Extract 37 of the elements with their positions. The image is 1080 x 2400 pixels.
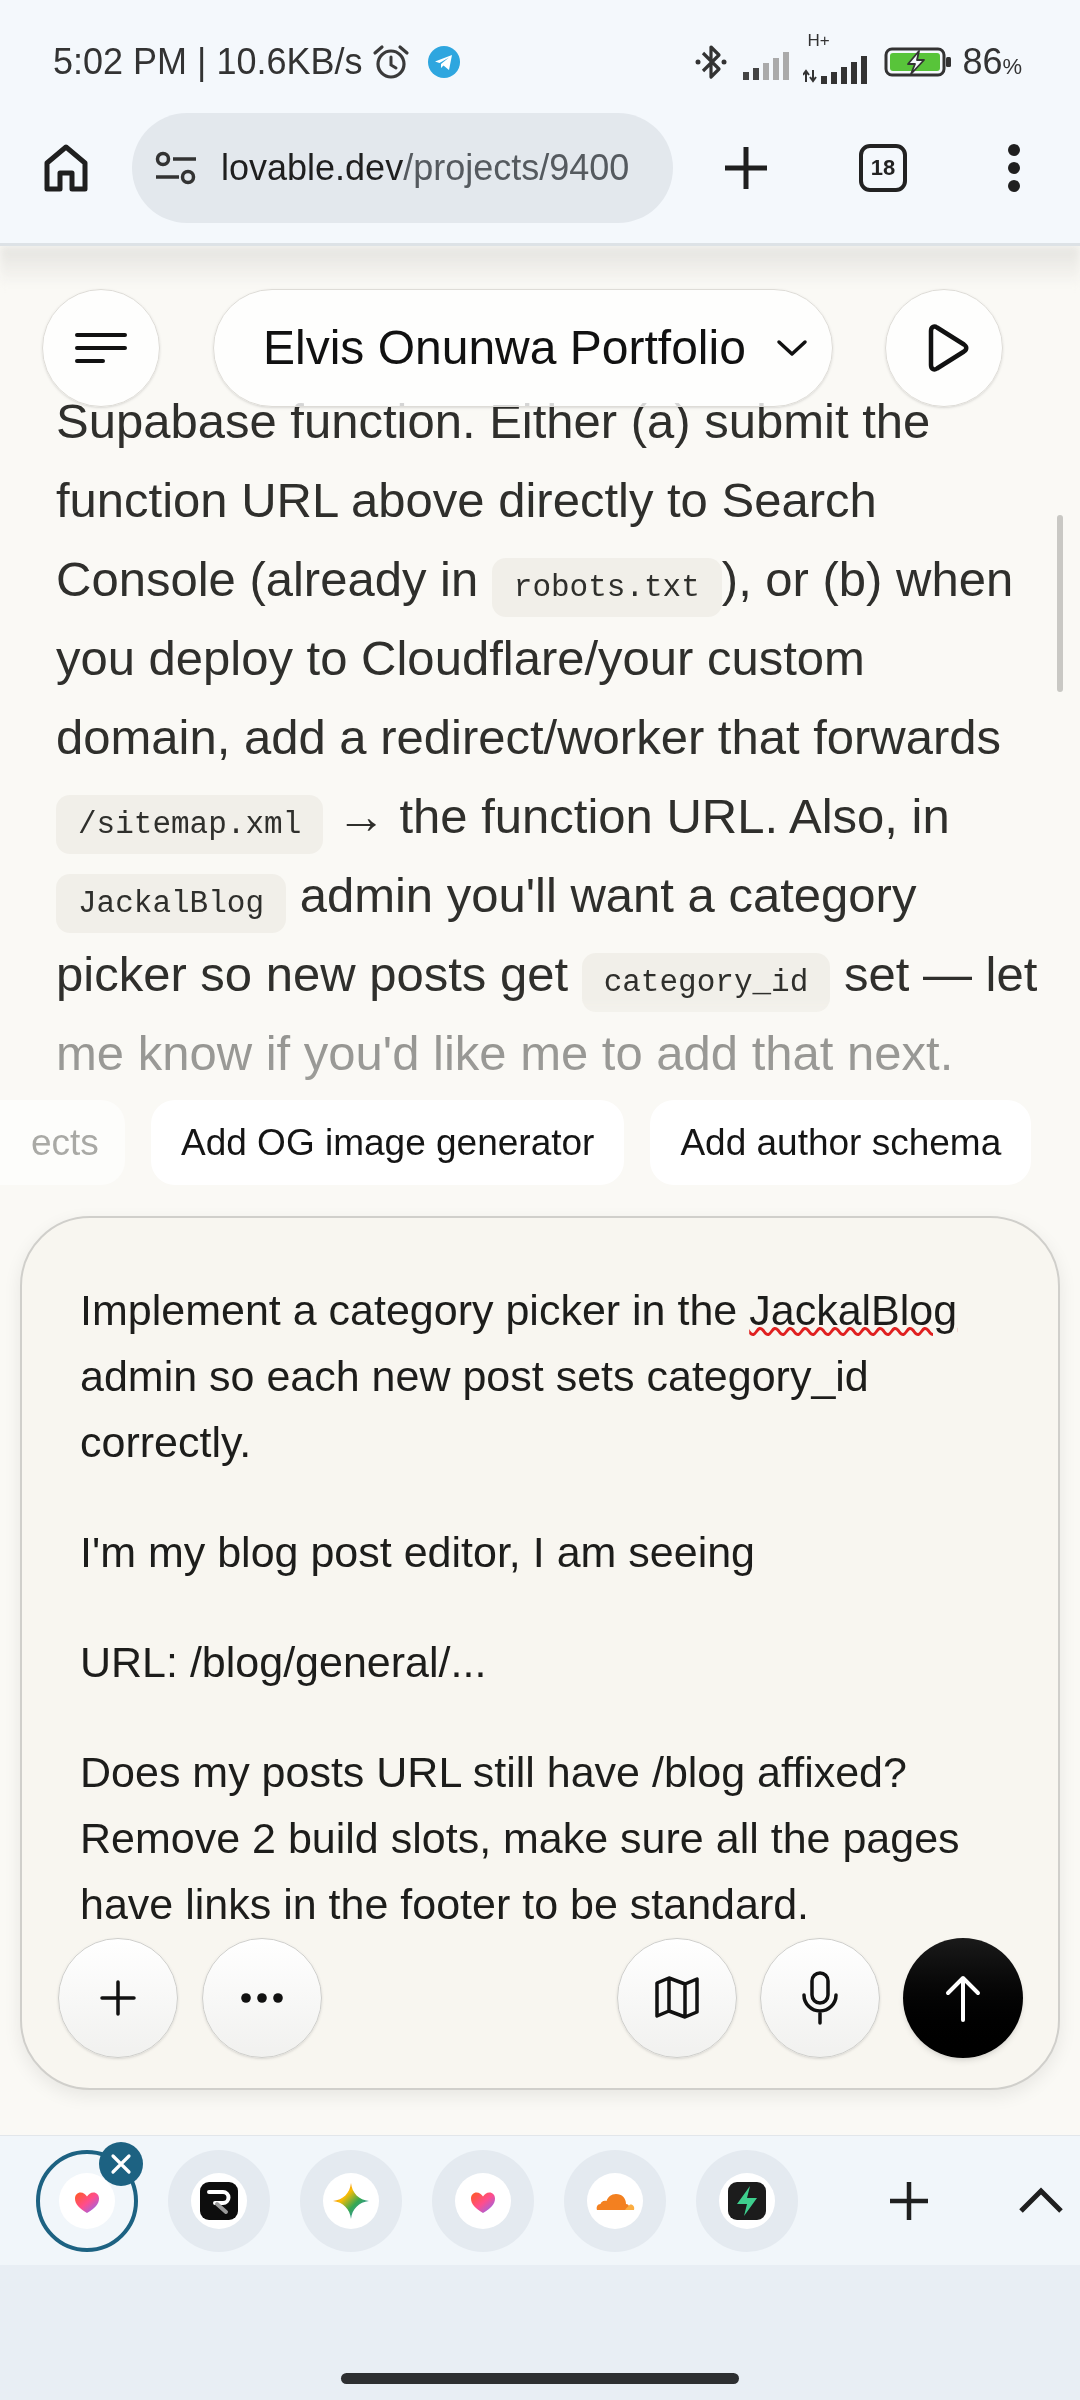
- menu-icon: [75, 332, 127, 364]
- suggestion-chip[interactable]: Add author schema: [650, 1100, 1032, 1185]
- scrollbar-thumb[interactable]: [1057, 515, 1063, 692]
- battery-charging-icon: [884, 46, 953, 77]
- more-options-button[interactable]: [1007, 143, 1021, 193]
- close-icon: [110, 2152, 132, 2175]
- logo-tile-icon: [191, 2172, 247, 2229]
- caret-up-icon: [1017, 2186, 1065, 2215]
- message-input[interactable]: Implement a category picker in the JackalBlog admin so each new post sets category_id correctly. I'm my blog post editor, I am seeing URL: /blog/general/... Does my posts URL still have /blog affixed? Remove 2 build slots, make sure all the pages have links in the footer to be standard.: [22, 1218, 1058, 1934]
- plus-icon: [100, 1980, 136, 2016]
- new-tab-button[interactable]: [723, 145, 769, 191]
- home-button[interactable]: [43, 143, 89, 193]
- more-options-icon: [1007, 143, 1021, 193]
- url-text[interactable]: lovable.dev/projects/9400: [221, 150, 630, 186]
- microphone-icon: [800, 1971, 840, 2025]
- close-tab-button[interactable]: [99, 2141, 143, 2186]
- alarm-clock-icon: [371, 43, 410, 80]
- bolt-icon: [719, 2172, 775, 2229]
- paper-plane-icon: [427, 45, 460, 78]
- home-icon: [43, 143, 89, 193]
- plus-icon: [888, 2179, 930, 2222]
- map-icon: [653, 1975, 701, 2021]
- signal-icon: [743, 49, 792, 80]
- sliders-icon[interactable]: [155, 150, 197, 186]
- address-bar[interactable]: lovable.dev/projects/9400: [132, 113, 673, 223]
- ellipsis-icon: [240, 1992, 284, 2004]
- network-type-label: H+: [807, 31, 830, 49]
- chevron-down-icon: [775, 339, 808, 357]
- plus-icon: [723, 145, 769, 191]
- percent-sign-text: %: [1002, 55, 1022, 78]
- battery-percent-text: 86: [962, 43, 1003, 80]
- tab-count-button[interactable]: 18: [859, 144, 907, 192]
- suggestion-chip[interactable]: Add OG image generator: [151, 1100, 625, 1185]
- sparkle-icon: [323, 2172, 379, 2229]
- arrow-up-icon: [943, 1974, 983, 2022]
- cloud-icon: [587, 2172, 643, 2229]
- status-time-text: 5:02 PM | 10.6KB/s: [53, 43, 363, 80]
